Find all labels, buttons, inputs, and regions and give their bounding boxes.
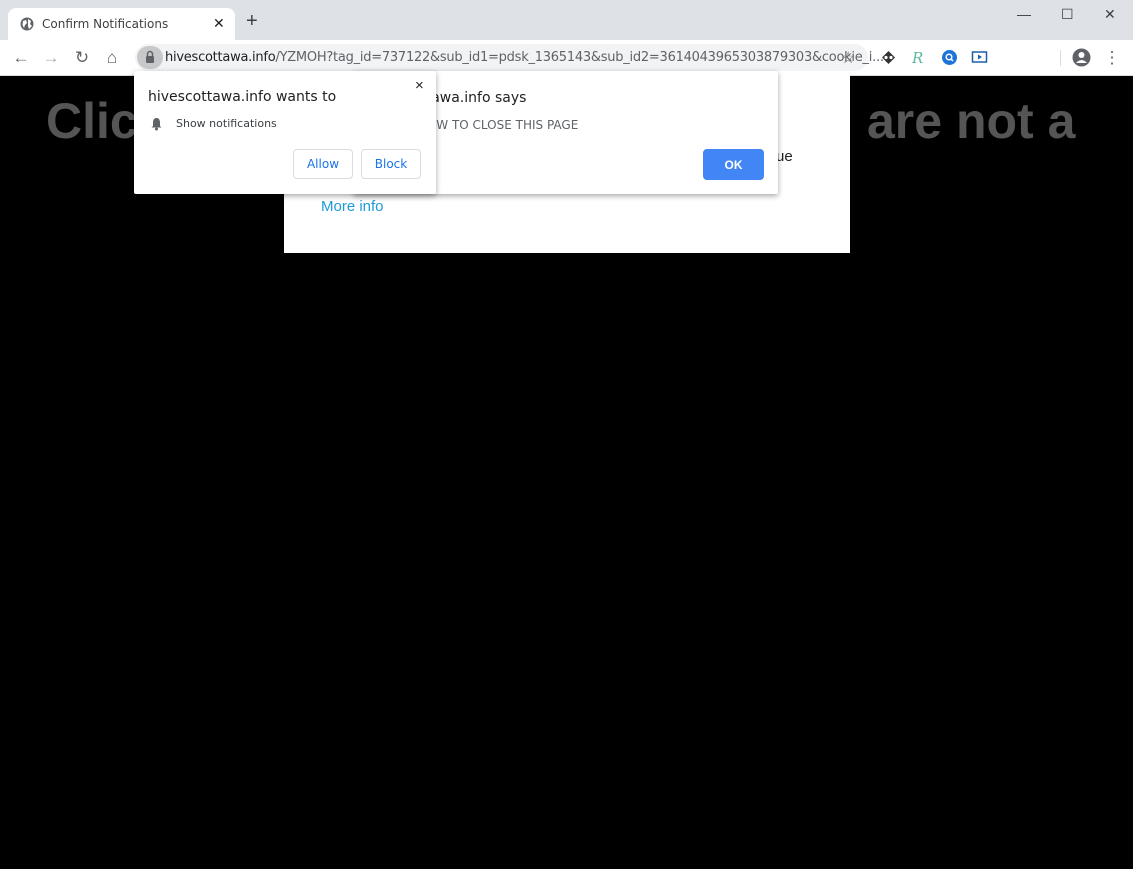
minimize-button[interactable]: — (1017, 6, 1031, 22)
more-info-link[interactable]: More info (321, 198, 384, 215)
page-headline-right: are not a (867, 93, 1076, 149)
toolbar-divider (1060, 50, 1061, 66)
permission-title: hivescottawa.info wants to (148, 89, 337, 105)
new-tab-button[interactable]: + (246, 11, 258, 31)
url-path: /YZMOH?tag_id=737122&sub_id1=pdsk_136514… (275, 50, 884, 65)
url-text[interactable]: hivescottawa.info/YZMOH?tag_id=737122&su… (165, 50, 884, 65)
allow-button[interactable]: Allow (293, 149, 353, 179)
page-text-fragment: ue (776, 148, 793, 165)
title-bar: Confirm Notifications ✕ + — ☐ ✕ (0, 0, 1133, 40)
tab-title: Confirm Notifications (42, 17, 169, 31)
ok-button[interactable]: OK (703, 149, 764, 180)
search-extension-icon[interactable] (941, 49, 958, 66)
video-extension-icon[interactable] (971, 49, 988, 66)
bell-icon (151, 118, 162, 131)
browser-tab[interactable]: Confirm Notifications ✕ (8, 8, 235, 40)
browser-menu-icon[interactable]: ⋮ (1102, 48, 1122, 68)
address-bar[interactable]: hivescottawa.info/YZMOH?tag_id=737122&su… (135, 44, 884, 71)
page-headline-left: Clic (46, 93, 138, 149)
home-button[interactable]: ⌂ (102, 48, 122, 68)
bookmark-star-icon[interactable]: ☆ (841, 48, 855, 68)
back-button[interactable]: ← (11, 48, 31, 68)
notification-permission-prompt: hivescottawa.info wants to × Show notifi… (134, 71, 436, 194)
tab-close-icon[interactable]: ✕ (213, 15, 225, 32)
permission-label: Show notifications (176, 117, 277, 130)
maximize-button[interactable]: ☐ (1061, 6, 1074, 23)
site-info-button[interactable] (137, 46, 163, 69)
close-icon[interactable]: × (415, 77, 424, 94)
r-extension-icon[interactable]: R (910, 49, 927, 66)
url-host: hivescottawa.info (165, 50, 276, 65)
globe-icon (20, 17, 34, 31)
reload-button[interactable]: ↻ (72, 48, 92, 68)
forward-button[interactable]: → (41, 48, 61, 68)
tracker-extension-icon[interactable] (880, 49, 897, 66)
close-window-button[interactable]: ✕ (1104, 6, 1116, 23)
block-button[interactable]: Block (361, 149, 421, 179)
svg-text:R: R (911, 49, 923, 66)
profile-avatar-icon[interactable] (1072, 48, 1091, 67)
lock-icon (146, 50, 154, 63)
